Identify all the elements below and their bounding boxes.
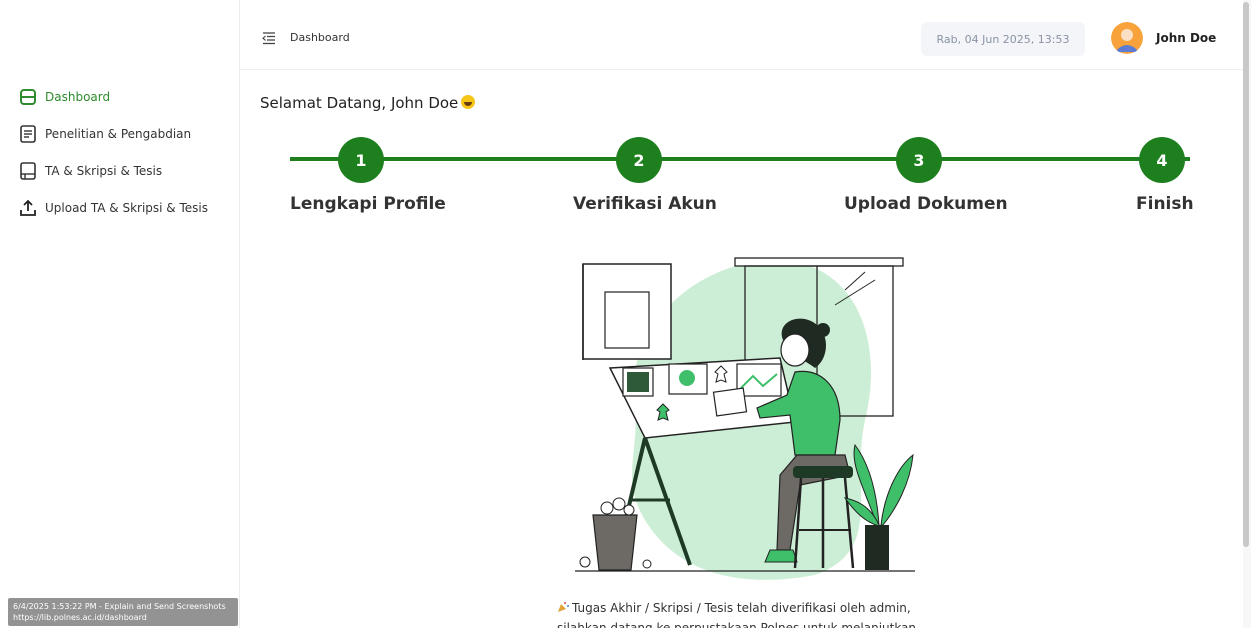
step-1-circle[interactable]: 1 bbox=[338, 137, 384, 183]
stepper-line bbox=[290, 157, 1190, 161]
desk-illustration bbox=[575, 257, 915, 580]
page-scrollbar[interactable] bbox=[1243, 0, 1251, 628]
step-2-circle[interactable]: 2 bbox=[616, 137, 662, 183]
datetime-badge: Rab, 04 Jun 2025, 13:53 bbox=[921, 22, 1085, 56]
step-4-circle[interactable]: 4 bbox=[1139, 137, 1185, 183]
page-title: Selamat Datang, John Doe bbox=[260, 94, 476, 112]
sidebar-item-upload[interactable]: Upload TA & Skripsi & Tesis bbox=[18, 189, 233, 226]
sidebar-item-label: TA & Skripsi & Tesis bbox=[45, 163, 163, 178]
verification-message: Tugas Akhir / Skripsi / Tesis telah dive… bbox=[557, 598, 937, 628]
avatar[interactable] bbox=[1111, 22, 1143, 54]
grinning-face-icon bbox=[461, 95, 476, 109]
step-4-label: Finish bbox=[1136, 194, 1194, 214]
screenshot-timestamp-overlay: 6/4/2025 1:53:22 PM - Explain and Send S… bbox=[8, 598, 238, 626]
welcome-text: Selamat Datang, John Doe bbox=[260, 94, 459, 112]
topbar: Dashboard Rab, 04 Jun 2025, 13:53 John D… bbox=[240, 0, 1243, 70]
breadcrumb: Dashboard bbox=[290, 31, 350, 44]
sidebar-item-label: Dashboard bbox=[45, 89, 111, 104]
sidebar-item-label: Upload TA & Skripsi & Tesis bbox=[45, 200, 208, 215]
sidebar-item-dashboard[interactable]: Dashboard bbox=[18, 78, 233, 115]
sidebar-nav: Dashboard Penelitian & Pengabdian TA & S… bbox=[18, 78, 233, 226]
trash-bin bbox=[592, 514, 638, 571]
stool bbox=[793, 466, 853, 478]
step-1-label: Lengkapi Profile bbox=[290, 194, 446, 214]
overlay-line1: 6/4/2025 1:53:22 PM - Explain and Send S… bbox=[13, 602, 226, 611]
message-line1: Tugas Akhir / Skripsi / Tesis telah dive… bbox=[572, 601, 911, 615]
menu-icon[interactable] bbox=[262, 30, 276, 45]
dashboard-icon bbox=[18, 87, 38, 107]
book-icon bbox=[18, 161, 38, 181]
scrollbar-thumb[interactable] bbox=[1243, 2, 1249, 547]
progress-stepper: 1 2 3 4 Lengkapi Profile Verifikasi Akun… bbox=[260, 130, 1220, 225]
sidebar-item-penelitian[interactable]: Penelitian & Pengabdian bbox=[18, 115, 233, 152]
party-popper-icon bbox=[558, 602, 569, 612]
step-3-circle[interactable]: 3 bbox=[896, 137, 942, 183]
message-line2: silahkan datang ke perpustakaan Polnes u… bbox=[557, 621, 917, 628]
overlay-line2: https://lib.polnes.ac.id/dashboard bbox=[13, 613, 147, 622]
user-name[interactable]: John Doe bbox=[1156, 31, 1216, 45]
document-icon bbox=[18, 124, 38, 144]
sidebar: Dashboard Penelitian & Pengabdian TA & S… bbox=[0, 0, 240, 628]
sidebar-item-label: Penelitian & Pengabdian bbox=[45, 126, 192, 141]
window bbox=[734, 257, 904, 267]
sidebar-item-ta-skripsi[interactable]: TA & Skripsi & Tesis bbox=[18, 152, 233, 189]
step-2-label: Verifikasi Akun bbox=[573, 194, 717, 214]
step-3-label: Upload Dokumen bbox=[844, 194, 1008, 214]
upload-icon bbox=[18, 198, 38, 218]
